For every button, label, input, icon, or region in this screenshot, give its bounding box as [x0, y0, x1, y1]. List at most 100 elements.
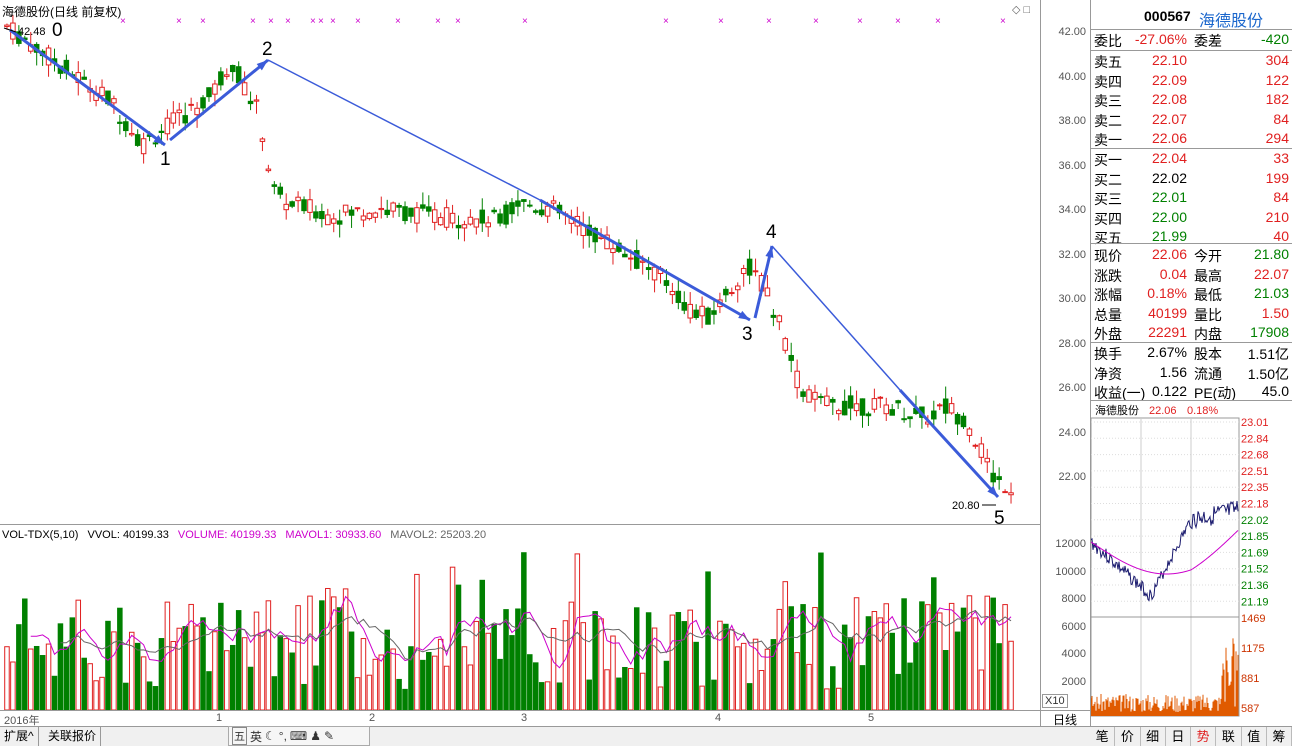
candlestick-chart[interactable]: × × × × × × × × × × × × × × × × × × × × × ×01234542.4820.80 — [0, 0, 1040, 525]
wrench-icon[interactable]: ✎ — [324, 729, 334, 743]
candle-up — [628, 257, 634, 260]
volume-bar-up — [544, 681, 551, 710]
quote-value: 22291 — [1148, 324, 1187, 340]
volume-bar-up — [27, 648, 34, 710]
mini-vol-tick: 587 — [1241, 703, 1259, 715]
candle-down — [895, 400, 901, 404]
stat-row[interactable]: 涨幅 0.18% 最低 21.03 — [1091, 284, 1292, 303]
volume-bar-down — [586, 679, 592, 710]
weibi-row[interactable]: 委比 -27.06% 委差 -420 — [1091, 30, 1292, 49]
volume-bar-up — [259, 632, 266, 710]
volume-bar-down — [705, 571, 711, 710]
info-mine-marker: × — [330, 16, 336, 27]
volume-bar-up — [437, 638, 444, 710]
candle-down — [491, 209, 497, 213]
punctuation-icon[interactable]: °, — [279, 729, 287, 743]
candle-up — [467, 216, 474, 225]
quote-value: 21.99 — [1151, 228, 1187, 244]
volume-chart[interactable] — [0, 525, 1040, 710]
buy-row[interactable]: 买一 22.04 33 — [1091, 149, 1292, 168]
volume-bar-up — [224, 650, 230, 710]
candle-down — [158, 130, 165, 134]
quote-value: 22.07 — [1151, 110, 1187, 127]
buy-row[interactable]: 买二 22.02 199 — [1091, 169, 1292, 188]
volume-bar-down — [117, 607, 123, 710]
volume-bar-down — [16, 624, 22, 710]
ime-toolbar[interactable]: 五 英 ☾ °, ⌨ ♟ ✎ — [228, 726, 370, 746]
quote-value: 40 — [1273, 228, 1289, 244]
mini-price-tick: 21.19 — [1241, 596, 1269, 608]
right-tab-0[interactable]: 笔 — [1090, 727, 1116, 746]
candle-up — [212, 83, 218, 95]
stat2-row[interactable]: 换手 2.67% 股本 1.51亿 — [1091, 343, 1292, 362]
buy-row[interactable]: 买四 22.00 210 — [1091, 208, 1292, 227]
user-icon[interactable]: ♟ — [310, 729, 321, 743]
volume-bar-up — [806, 663, 812, 710]
window-buttons[interactable]: ◇□ — [1012, 3, 1033, 16]
sell-row[interactable]: 卖三 22.08 182 — [1091, 90, 1292, 109]
sell-row[interactable]: 卖二 22.07 84 — [1091, 110, 1292, 129]
info-mine-marker: × — [285, 16, 291, 27]
right-tab-7[interactable]: 筹 — [1267, 727, 1292, 746]
stat2-row[interactable]: 收益(一) 0.122 PE(动) 45.0 — [1091, 382, 1292, 401]
info-mine-marker: × — [455, 16, 461, 27]
candle-up — [883, 404, 890, 415]
wave-label: 5 — [994, 508, 1005, 525]
volume-bar-up — [45, 643, 52, 710]
moon-icon[interactable]: ☾ — [265, 729, 276, 743]
buy-row[interactable]: 买三 22.01 84 — [1091, 188, 1292, 207]
candle-up — [342, 204, 349, 213]
intraday-mini-chart[interactable]: 海德股份 22.06 0.18% 23.01 22.84 22.68 22.51 22.35 2… — [1090, 402, 1292, 745]
candle-down — [705, 307, 711, 325]
ime-english-label[interactable]: 英 — [250, 728, 262, 745]
right-tab-6[interactable]: 值 — [1242, 727, 1267, 746]
quote-label: 股本 — [1194, 346, 1222, 362]
stock-name[interactable]: 海德股份 — [1199, 7, 1263, 31]
candle-up — [194, 107, 200, 116]
ime-wubi-label[interactable]: 五 — [232, 727, 247, 745]
sell-row[interactable]: 卖一 22.06 294 — [1091, 129, 1292, 148]
expand-tab[interactable]: 扩展^ — [0, 727, 39, 746]
sell-row[interactable]: 卖四 22.09 122 — [1091, 71, 1292, 90]
candle-down — [859, 398, 866, 416]
right-tab-5[interactable]: 联 — [1216, 727, 1242, 746]
right-tab-4[interactable]: 势 — [1191, 727, 1217, 746]
volume-bar-up — [325, 587, 331, 710]
right-tab-3[interactable]: 日 — [1166, 727, 1191, 746]
stat-row[interactable]: 现价 22.06 今开 21.80 — [1091, 245, 1292, 264]
stat-row[interactable]: 外盘 22291 内盘 17908 — [1091, 323, 1292, 342]
volume-bar-up — [443, 665, 450, 710]
vol-tick: 8000 — [1061, 593, 1086, 605]
mini-price-tick: 22.84 — [1241, 433, 1269, 445]
volume-bar-up — [984, 595, 991, 710]
price-tick: 34.00 — [1058, 204, 1086, 216]
right-tab-1[interactable]: 价 — [1115, 727, 1141, 746]
volume-bar-down — [954, 631, 961, 710]
volume-bar-up — [140, 656, 147, 710]
stat-row[interactable]: 涨跌 0.04 最高 22.07 — [1091, 265, 1292, 284]
candle-up — [948, 403, 955, 414]
candle-down — [152, 142, 159, 145]
info-mine-marker: × — [813, 16, 819, 27]
volume-bar-up — [342, 588, 349, 710]
bottom-toolbar: 扩展^ 关联报价 — [0, 726, 1090, 746]
related-quotes-tab[interactable]: 关联报价 — [44, 727, 102, 746]
period-label[interactable]: 日线 — [1040, 710, 1090, 727]
stat-row[interactable]: 总量 40199 量比 1.50 — [1091, 304, 1292, 323]
volume-bar-up — [390, 648, 396, 710]
keyboard-icon[interactable]: ⌨ — [290, 729, 307, 743]
info-mine-marker: × — [310, 16, 316, 27]
volume-bar-down — [889, 632, 895, 710]
stat2-row[interactable]: 净资 1.56 流通 1.50亿 — [1091, 363, 1292, 382]
zoom-x10-button[interactable]: X10 — [1042, 694, 1068, 708]
candle-down — [527, 204, 533, 207]
right-tab-2[interactable]: 细 — [1141, 727, 1166, 746]
quote-value: 0.18% — [1147, 285, 1187, 301]
volume-bar-down — [396, 678, 402, 710]
volume-bar-down — [693, 641, 699, 710]
sell-row[interactable]: 卖五 22.10 304 — [1091, 51, 1292, 70]
volume-bar-down — [847, 637, 854, 710]
volume-bar-down — [402, 688, 408, 710]
candle-up — [752, 270, 759, 273]
volume-bar-down — [39, 655, 46, 710]
